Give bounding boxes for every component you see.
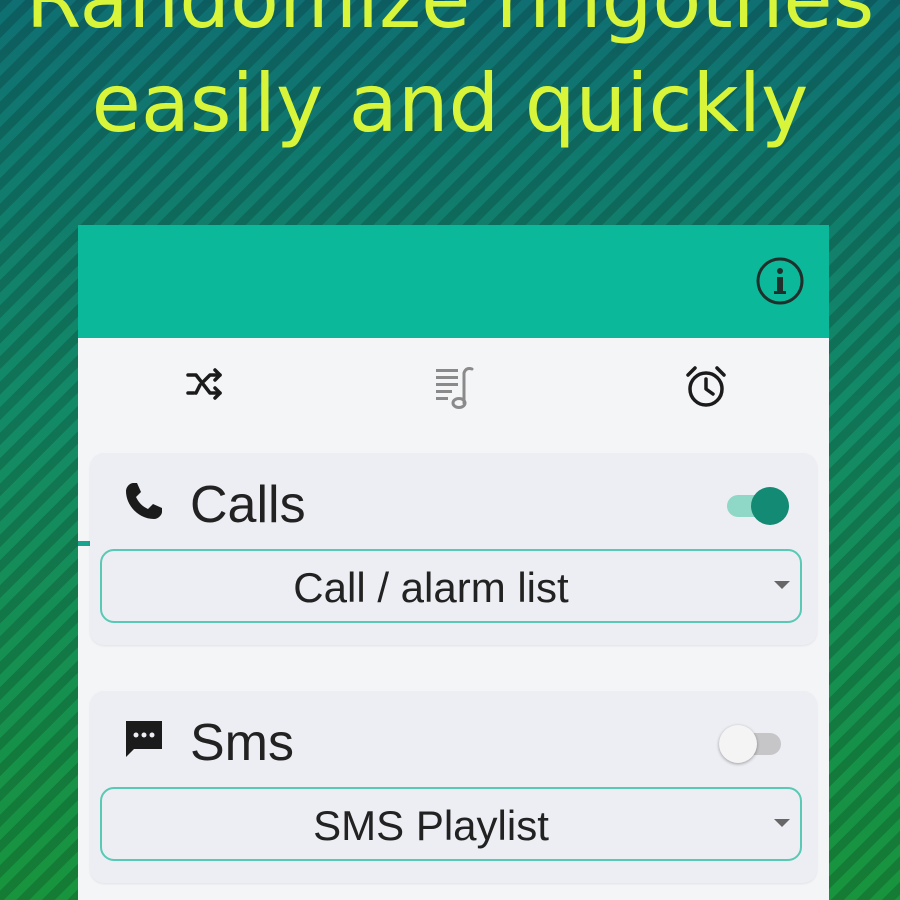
sms-card: Sms SMS Playlist: [90, 691, 817, 883]
shuffle-icon: [186, 368, 222, 400]
calls-playlist-value: Call / alarm list: [293, 564, 569, 611]
promo-headline-line-1: Randomize ringotnes: [0, 0, 900, 40]
message-icon: [126, 721, 162, 757]
tab-playlists[interactable]: [328, 338, 578, 435]
tab-bar: [78, 338, 829, 546]
sms-title: Sms: [190, 714, 294, 772]
calls-toggle[interactable]: [719, 485, 789, 525]
chevron-down-icon: [774, 581, 790, 589]
tab-alarms[interactable]: [578, 338, 828, 435]
app-screen: Calls Call / alarm list Sms SMS Playlist: [78, 225, 829, 900]
promo-banner: Randomize ringotnes easily and quickly: [0, 0, 900, 200]
info-button[interactable]: [756, 257, 804, 305]
info-icon: [756, 257, 804, 305]
calls-title: Calls: [190, 476, 306, 534]
calls-card: Calls Call / alarm list: [90, 453, 817, 645]
promo-headline-line-2: easily and quickly: [91, 57, 809, 150]
playlist-icon: [436, 367, 474, 409]
calls-icon-wrapper: [120, 477, 168, 525]
sms-toggle-thumb: [719, 725, 757, 763]
chevron-down-icon: [774, 819, 790, 827]
tab-shuffle[interactable]: [78, 338, 328, 435]
phone-icon: [126, 483, 162, 519]
app-bar: [78, 225, 829, 338]
calls-playlist-dropdown[interactable]: Call / alarm list: [100, 549, 802, 623]
sms-playlist-value: SMS Playlist: [313, 802, 549, 849]
alarm-clock-icon: [686, 366, 726, 407]
calls-toggle-thumb: [751, 487, 789, 525]
sms-toggle[interactable]: [719, 723, 789, 763]
sms-icon-wrapper: [120, 715, 168, 763]
sms-playlist-dropdown[interactable]: SMS Playlist: [100, 787, 802, 861]
